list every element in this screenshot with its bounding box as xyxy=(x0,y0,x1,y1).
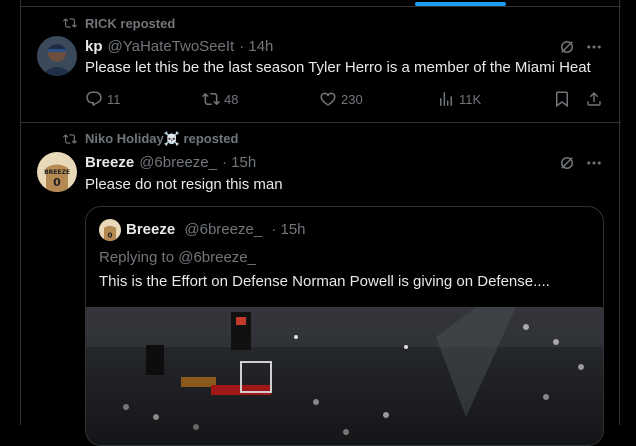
tweet-divider xyxy=(21,122,621,123)
views-icon xyxy=(440,92,452,106)
repost-icon xyxy=(202,92,220,106)
share-icon xyxy=(587,91,601,106)
replying-to: Replying to @6breeze_ xyxy=(99,249,256,266)
tweet-actions: 11 48 230 11K xyxy=(85,90,603,110)
divider xyxy=(21,6,621,7)
svg-text:0: 0 xyxy=(108,231,113,240)
like-icon xyxy=(320,92,336,106)
views-count: 11K xyxy=(459,91,482,107)
display-name[interactable]: kp xyxy=(85,38,103,55)
timeline-column: RICK reposted kp @YaHateTwoSeeIt · 14h P… xyxy=(20,0,621,446)
quoted-tweet[interactable]: 0 Breeze @6breeze_ · 15h Replying to @6b… xyxy=(85,206,604,446)
bookmark-button[interactable] xyxy=(553,90,575,108)
grok-icon[interactable] xyxy=(557,153,577,173)
tweet-header: kp @YaHateTwoSeeIt · 14h xyxy=(85,38,273,55)
reply-button[interactable]: 11 xyxy=(85,90,121,108)
repost-icon xyxy=(63,134,77,144)
reply-count: 11 xyxy=(107,91,121,107)
user-handle[interactable]: @YaHateTwoSeeIt xyxy=(108,38,235,55)
repost-count: 48 xyxy=(224,91,239,107)
repost-label: RICK reposted xyxy=(85,15,176,31)
quote-avatar[interactable]: 0 xyxy=(99,219,121,241)
repost-context[interactable]: RICK reposted xyxy=(63,14,175,32)
avatar[interactable]: BREEZE 0 xyxy=(37,152,77,192)
repost-icon xyxy=(63,18,77,28)
quote-header: Breeze @6breeze_ · 15h xyxy=(126,221,306,238)
svg-text:BREEZE: BREEZE xyxy=(44,169,70,176)
avatar[interactable] xyxy=(37,36,77,76)
like-count: 230 xyxy=(341,91,363,107)
views-button[interactable]: 11K xyxy=(437,90,481,108)
timestamp[interactable]: · 15h xyxy=(222,154,256,171)
quote-timestamp: · 15h xyxy=(271,221,306,238)
repost-button[interactable]: 48 xyxy=(202,90,238,108)
quote-handle: @6breeze_ xyxy=(184,221,263,238)
like-button[interactable]: 230 xyxy=(319,90,363,108)
quote-display-name: Breeze xyxy=(126,221,176,238)
timestamp[interactable]: · 14h xyxy=(239,38,273,55)
bookmark-icon xyxy=(556,91,568,108)
grok-icon[interactable] xyxy=(557,37,577,57)
media-image xyxy=(86,307,603,445)
user-handle[interactable]: @6breeze_ xyxy=(139,154,217,171)
tweet-text: Please do not resign this man xyxy=(85,176,283,193)
repost-label: Niko Holiday☠️ reposted xyxy=(85,131,239,146)
svg-text:0: 0 xyxy=(53,176,61,189)
reply-icon xyxy=(86,91,102,107)
repost-context[interactable]: Niko Holiday☠️ reposted xyxy=(63,130,238,148)
tweet-header: Breeze @6breeze_ · 15h xyxy=(85,154,256,171)
quote-text: This is the Effort on Defense Norman Pow… xyxy=(99,273,550,290)
quote-media[interactable] xyxy=(86,307,603,445)
display-name[interactable]: Breeze xyxy=(85,154,134,171)
share-button[interactable] xyxy=(585,90,607,108)
more-icon[interactable] xyxy=(584,37,604,57)
more-icon[interactable] xyxy=(584,153,604,173)
tweet-text: Please let this be the last season Tyler… xyxy=(85,59,591,76)
